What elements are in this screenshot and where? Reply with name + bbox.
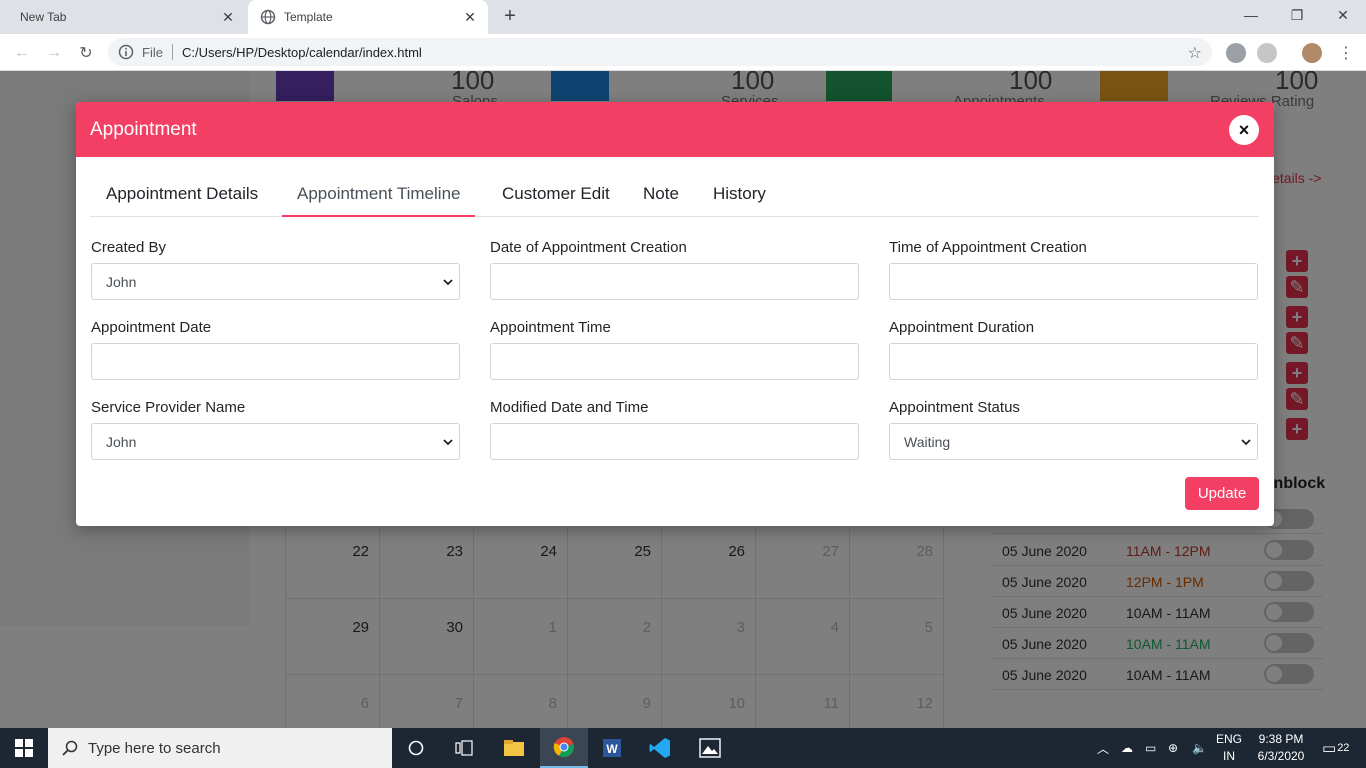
photos-icon[interactable] <box>686 728 734 768</box>
extension-icon[interactable] <box>1226 43 1246 63</box>
window-close-icon[interactable]: ✕ <box>1320 0 1366 30</box>
chevron-down-icon <box>443 439 453 446</box>
clock-date: 6/3/2020 <box>1257 749 1305 763</box>
close-icon[interactable]: ✕ <box>220 9 236 25</box>
appointment-date-label: Appointment Date <box>91 319 212 336</box>
chrome-icon[interactable] <box>540 728 588 768</box>
tab-title: Template <box>284 10 333 24</box>
scheme-label: File <box>142 44 163 60</box>
browser-tab-strip: New Tab ✕ Template ✕ + — ❐ ✕ <box>0 0 1366 34</box>
tab-title: New Tab <box>20 10 67 24</box>
windows-taskbar: Type here to search W ︿ ☁ ▭ ⊕ 🔈 ENG IN 9… <box>0 728 1366 768</box>
menu-kebab-icon[interactable]: ⋮ <box>1334 41 1358 65</box>
notification-icon[interactable]: ▭ 22 <box>1322 728 1349 768</box>
language-indicator[interactable]: ENG IN <box>1216 731 1242 765</box>
status-value: Waiting <box>904 433 951 450</box>
modal-tabs: Appointment Details Appointment Timeline… <box>90 171 1259 217</box>
appointment-duration-input[interactable] <box>889 343 1258 380</box>
divider <box>171 44 173 60</box>
created-by-label: Created By <box>91 239 167 256</box>
created-by-value: John <box>106 273 137 290</box>
back-arrow-icon[interactable]: ← <box>10 41 34 65</box>
browser-toolbar: ← → ↻ File C:/Users/HP/Desktop/calendar/… <box>0 34 1366 71</box>
modified-input[interactable] <box>490 423 859 460</box>
plus-icon[interactable]: + <box>498 5 522 29</box>
chevron-down-icon <box>1241 439 1251 446</box>
onedrive-icon[interactable]: ☁ <box>1121 728 1133 768</box>
modified-label: Modified Date and Time <box>490 399 649 416</box>
network-icon[interactable]: ⊕ <box>1168 728 1178 768</box>
service-provider-select[interactable]: John <box>91 423 460 460</box>
restore-icon[interactable]: ❐ <box>1274 0 1320 30</box>
svg-text:W: W <box>606 742 618 756</box>
chevron-down-icon <box>443 279 453 286</box>
created-by-select[interactable]: John <box>91 263 460 300</box>
tab-note[interactable]: Note <box>643 171 679 217</box>
close-icon[interactable]: ✕ <box>462 9 478 25</box>
creation-date-label: Date of Appointment Creation <box>490 239 687 256</box>
appointment-date-input[interactable] <box>91 343 460 380</box>
status-select[interactable]: Waiting <box>889 423 1258 460</box>
profile-avatar[interactable] <box>1302 43 1322 63</box>
service-provider-label: Service Provider Name <box>91 399 246 416</box>
battery-icon[interactable]: ▭ <box>1145 728 1156 768</box>
tab-history[interactable]: History <box>713 171 766 217</box>
windows-start-icon[interactable] <box>0 728 48 768</box>
status-label: Appointment Status <box>889 399 1020 416</box>
service-provider-value: John <box>106 433 137 450</box>
browser-tab-new-tab[interactable]: New Tab ✕ <box>0 0 246 34</box>
volume-icon[interactable]: 🔈 <box>1192 728 1207 768</box>
globe-icon <box>260 9 276 25</box>
search-icon <box>62 740 78 756</box>
bookmark-star-icon[interactable]: ☆ <box>1188 43 1202 63</box>
search-placeholder: Type here to search <box>88 739 221 757</box>
clock-time: 9:38 PM <box>1258 732 1304 746</box>
taskbar-search-input[interactable]: Type here to search <box>48 728 392 768</box>
word-icon[interactable]: W <box>588 728 636 768</box>
appointment-time-input[interactable] <box>490 343 859 380</box>
region-code: IN <box>1223 749 1235 763</box>
tab-customer-edit[interactable]: Customer Edit <box>502 171 610 217</box>
language-code: ENG <box>1216 732 1243 746</box>
reload-icon[interactable]: ↻ <box>74 41 98 65</box>
modal-header: Appointment × <box>76 102 1274 157</box>
info-icon[interactable] <box>118 44 134 60</box>
forward-arrow-icon[interactable]: → <box>42 41 66 65</box>
close-button[interactable]: × <box>1229 115 1259 145</box>
file-explorer-icon[interactable] <box>490 728 538 768</box>
modal-title: Appointment <box>90 119 197 140</box>
update-button[interactable]: Update <box>1185 477 1259 510</box>
url-text[interactable]: C:/Users/HP/Desktop/calendar/index.html <box>182 45 422 60</box>
notification-count: 22 <box>1337 742 1350 754</box>
tab-appointment-timeline[interactable]: Appointment Timeline <box>282 171 476 217</box>
minimize-icon[interactable]: — <box>1228 0 1274 30</box>
creation-time-input[interactable] <box>889 263 1258 300</box>
appointment-time-label: Appointment Time <box>490 319 611 336</box>
cortana-icon[interactable] <box>392 728 440 768</box>
creation-date-input[interactable] <box>490 263 859 300</box>
tab-appointment-details[interactable]: Appointment Details <box>106 171 258 217</box>
browser-tab-template[interactable]: Template ✕ <box>248 0 488 34</box>
appointment-duration-label: Appointment Duration <box>889 319 1035 336</box>
clock[interactable]: 9:38 PM 6/3/2020 <box>1256 731 1306 765</box>
address-bar[interactable]: File C:/Users/HP/Desktop/calendar/index.… <box>108 38 1212 66</box>
task-view-icon[interactable] <box>440 728 488 768</box>
creation-time-label: Time of Appointment Creation <box>889 239 1087 256</box>
extension-icon[interactable] <box>1257 43 1277 63</box>
chevron-up-icon[interactable]: ︿ <box>1097 728 1109 768</box>
appointment-modal: Appointment × Appointment Details Appoin… <box>76 102 1274 526</box>
vscode-icon[interactable] <box>636 728 684 768</box>
